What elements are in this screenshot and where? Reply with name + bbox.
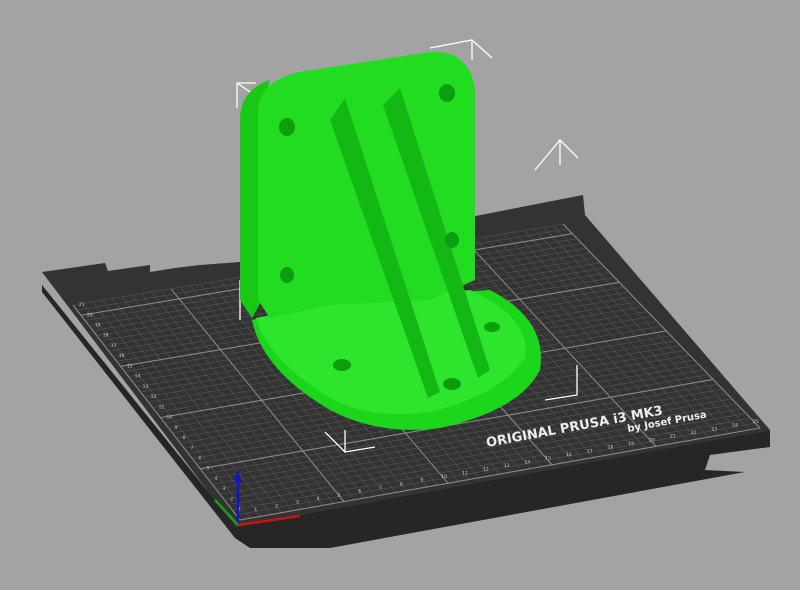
bed-y-label: 20: [87, 312, 93, 318]
bed-y-label: 16: [119, 353, 125, 359]
bed-y-label: 15: [127, 363, 133, 369]
bed-y-label: 4: [214, 476, 217, 482]
3d-viewport[interactable]: 1234567891011121314151617181920212223242…: [0, 0, 800, 590]
bed-x-label: 2: [275, 503, 278, 509]
bed-x-label: 18: [608, 445, 614, 451]
bed-y-label: 7: [190, 445, 193, 451]
bed-x-label: 15: [545, 456, 551, 462]
bed-x-label: 24: [732, 423, 738, 429]
bed-x-label: 23: [712, 426, 718, 432]
bed-x-label: 22: [691, 430, 697, 436]
bed-x-label: 19: [628, 441, 634, 447]
bed-x-label: 8: [400, 481, 403, 487]
bed-x-label: 17: [587, 448, 593, 454]
bed-x-label: 6: [358, 489, 361, 495]
bed-y-label: 12: [151, 394, 157, 400]
bed-x-label: 25: [753, 419, 759, 425]
bed-y-label: 10: [167, 415, 173, 421]
bed-y-label: 18: [103, 333, 109, 339]
bed-y-label: 9: [175, 425, 178, 431]
bed-y-label: 11: [159, 404, 165, 410]
bed-x-label: 13: [504, 463, 510, 469]
bed-x-label: 10: [441, 474, 447, 480]
bed-x-label: 4: [317, 496, 320, 502]
bed-x-label: 14: [525, 459, 531, 465]
bed-y-label: 6: [198, 456, 201, 462]
bed-x-label: 9: [421, 478, 424, 484]
bed-x-label: 11: [462, 470, 468, 476]
bed-x-label: 1: [254, 507, 257, 513]
bed-y-label: 5: [206, 466, 209, 472]
bed-y-label: 19: [95, 322, 101, 328]
bed-y-label: 14: [135, 374, 141, 380]
bed-y-label: 17: [111, 343, 117, 349]
bed-x-label: 3: [296, 500, 299, 506]
bed-x-label: 7: [379, 485, 382, 491]
bed-y-label: 13: [143, 384, 149, 390]
bed-y-label: 2: [230, 496, 233, 502]
bed-x-label: 16: [566, 452, 572, 458]
bed-y-label: 21: [79, 302, 85, 308]
bed-x-label: 5: [338, 492, 341, 498]
bed-x-label: 20: [649, 437, 655, 443]
bed-x-label: 21: [670, 434, 676, 440]
bed-y-label: 3: [222, 486, 225, 492]
bed-y-label: 8: [182, 435, 185, 441]
bed-x-label: 12: [483, 467, 489, 473]
